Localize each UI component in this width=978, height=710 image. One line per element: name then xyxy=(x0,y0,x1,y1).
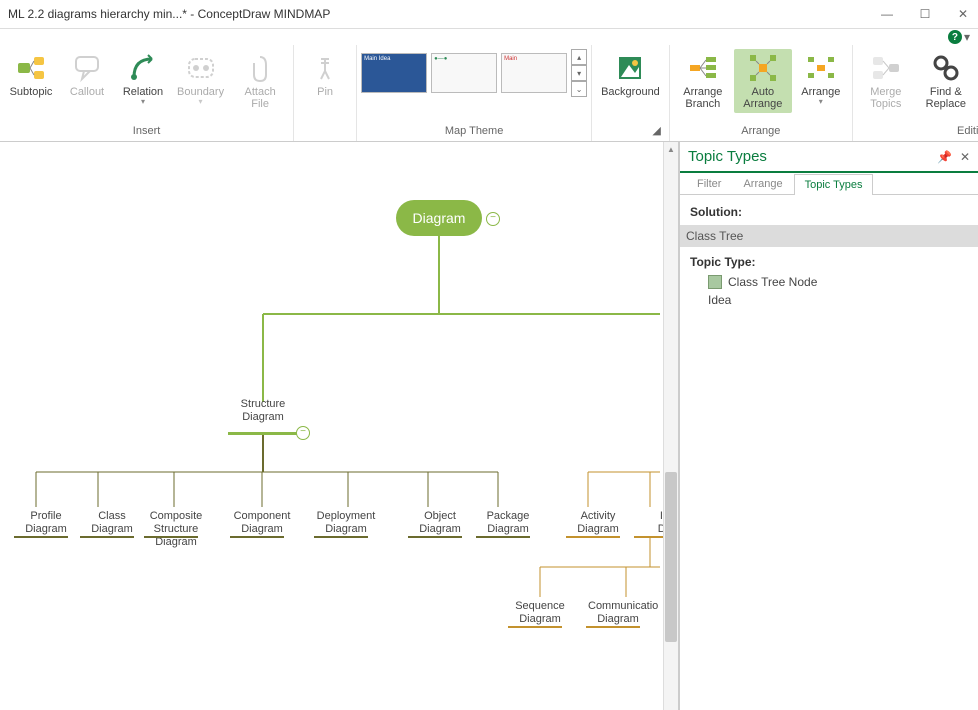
topic-type-node[interactable]: Class Tree Node xyxy=(690,273,968,291)
minimize-button[interactable]: — xyxy=(880,7,894,21)
leaf-node[interactable]: Sequence Diagram xyxy=(510,600,570,626)
ribbon: Subtopic Callout Relation▾ Boundary▾ Att… xyxy=(0,45,978,142)
merge-topics-button[interactable]: Merge Topics xyxy=(857,49,915,113)
root-node[interactable]: Diagram xyxy=(396,200,482,236)
tab-topic-types[interactable]: Topic Types xyxy=(794,174,874,195)
theme-thumb-3[interactable]: Main xyxy=(501,53,567,93)
attach-file-button[interactable]: Attach File xyxy=(231,49,289,113)
ribbon-group-arrange: Arrange Branch Auto Arrange Arrange▾ Arr… xyxy=(670,45,853,141)
solution-label: Solution: xyxy=(690,201,968,223)
topic-types-panel: Topic Types 📌 ✕ Filter Arrange Topic Typ… xyxy=(679,142,978,710)
titlebar: ML 2.2 diagrams hierarchy min...* - Conc… xyxy=(0,0,978,29)
node-structure[interactable]: Structure Diagram xyxy=(236,398,290,424)
help-row: ? ▾ xyxy=(0,29,978,45)
arrange-button[interactable]: Arrange▾ xyxy=(794,49,848,113)
leaf-node[interactable]: Package Diagram xyxy=(478,510,538,536)
leaf-node[interactable]: Class Diagram xyxy=(82,510,142,536)
background-button[interactable]: Background xyxy=(596,49,665,101)
leaf-node[interactable]: Composite Structure Diagram xyxy=(146,510,206,550)
topic-type-idea[interactable]: Idea xyxy=(690,291,968,309)
leaf-node[interactable]: Activity Diagram xyxy=(568,510,628,536)
ribbon-group-pin: Pin xyxy=(294,45,357,141)
tab-filter[interactable]: Filter xyxy=(686,173,732,194)
scroll-thumb[interactable] xyxy=(665,472,677,642)
window-title: ML 2.2 diagrams hierarchy min...* - Conc… xyxy=(8,7,330,21)
leaf-node[interactable]: Communicatio Diagram xyxy=(588,600,648,626)
relation-button[interactable]: Relation▾ xyxy=(116,49,170,113)
leaf-node[interactable]: Deployment Diagram xyxy=(316,510,376,536)
theme-thumb-1[interactable]: Main Idea xyxy=(361,53,427,93)
close-button[interactable]: ✕ xyxy=(956,7,970,21)
collapse-icon[interactable]: − xyxy=(486,212,500,226)
auto-arrange-button[interactable]: Auto Arrange xyxy=(734,49,792,113)
panel-close-icon[interactable]: ✕ xyxy=(960,150,970,164)
boundary-button[interactable]: Boundary▾ xyxy=(172,49,229,113)
find-replace-button[interactable]: Find & Replace xyxy=(917,49,975,113)
background-launcher-icon[interactable]: ◢ xyxy=(596,122,665,139)
pin-icon[interactable]: 📌 xyxy=(937,150,952,164)
panel-tabs: Filter Arrange Topic Types xyxy=(680,173,978,195)
help-icon[interactable]: ? xyxy=(948,30,962,44)
maximize-button[interactable]: ☐ xyxy=(918,7,932,21)
callout-button[interactable]: Callout xyxy=(60,49,114,113)
main-area: Diagram − Structure Diagram − Profile Di… xyxy=(0,142,978,710)
vertical-scrollbar[interactable]: ▲ xyxy=(663,142,678,710)
pin-button[interactable]: Pin xyxy=(298,49,352,101)
ribbon-group-background: Background ◢ xyxy=(592,45,670,141)
collapse-icon[interactable]: − xyxy=(296,426,310,440)
leaf-node[interactable]: Object Diagram xyxy=(410,510,470,536)
window-controls: — ☐ ✕ xyxy=(880,7,970,21)
ribbon-group-insert: Subtopic Callout Relation▾ Boundary▾ Att… xyxy=(0,45,294,141)
solution-value[interactable]: Class Tree xyxy=(680,225,978,247)
theme-gallery-spinner[interactable]: ▴▾⌄ xyxy=(571,49,587,97)
tab-arrange[interactable]: Arrange xyxy=(732,173,793,194)
ribbon-group-editing: Merge Topics Find & Replace abcSpelling … xyxy=(853,45,978,141)
topic-type-label: Topic Type: xyxy=(690,249,968,273)
mindmap-canvas[interactable]: Diagram − Structure Diagram − Profile Di… xyxy=(0,142,679,710)
arrange-branch-button[interactable]: Arrange Branch xyxy=(674,49,732,113)
node-icon xyxy=(708,275,722,289)
leaf-node[interactable]: Profile Diagram xyxy=(16,510,76,536)
help-dropdown-icon[interactable]: ▾ xyxy=(964,30,970,44)
ribbon-group-theme: Main Idea ●—● Main ▴▾⌄ Map Theme xyxy=(357,45,592,141)
ribbon-group-label: Insert xyxy=(4,123,289,139)
theme-thumb-2[interactable]: ●—● xyxy=(431,53,497,93)
subtopic-button[interactable]: Subtopic xyxy=(4,49,58,113)
leaf-node[interactable]: Component Diagram xyxy=(232,510,292,536)
panel-title: Topic Types xyxy=(688,148,767,165)
scroll-up-icon[interactable]: ▲ xyxy=(664,142,678,156)
